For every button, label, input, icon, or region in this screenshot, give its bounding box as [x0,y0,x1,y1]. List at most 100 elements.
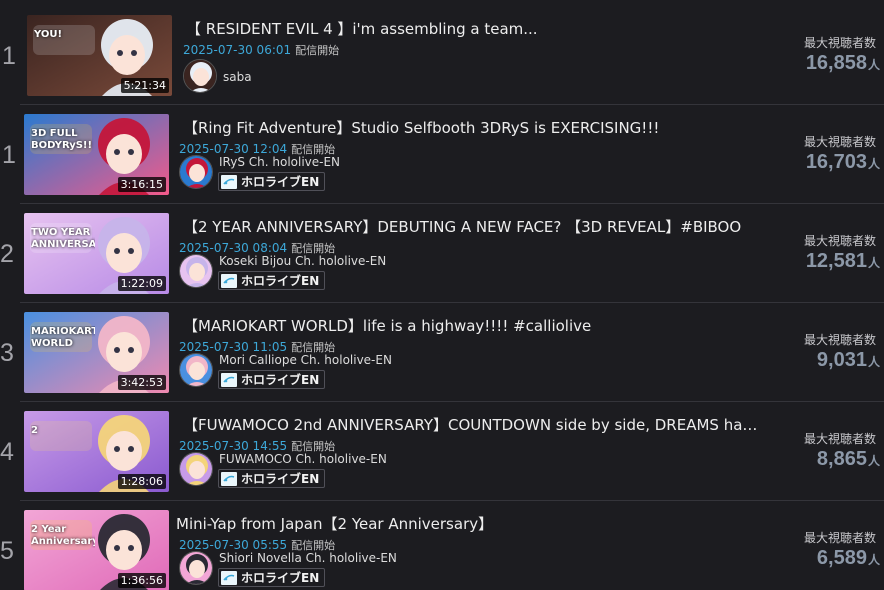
thumbnail-caption: MARIOKART WORLD [31,326,95,349]
start-time-value: 2025-07-30 12:04 [179,142,288,156]
stream-title[interactable]: 【2 YEAR ANNIVERSARY】DEBUTING A NEW FACE?… [183,216,763,237]
max-viewers-value: 9,031 [816,349,867,371]
agency-badge[interactable]: ホロライブEN [218,271,326,290]
status-label: 配信開始 [295,44,340,57]
max-viewers-label: 最大視聴者数 [803,135,876,149]
viewer-unit: 人 [867,355,880,369]
agency-badge-label: ホロライブEN [241,472,320,486]
row-divider [20,104,884,105]
video-thumbnail[interactable]: 3D FULL BODYRyS!! 3:16:15 [24,114,169,195]
max-viewers-value: 16,703 [805,151,867,173]
stream-row[interactable]: 1 3D FULL BODYRyS!! 3:16:15 【Ring Fit Adve… [0,106,884,204]
agency-badge-label: ホロライブEN [241,274,320,288]
rank-number: 1 [2,141,16,169]
rank-number: 3 [0,339,14,367]
rank-number: 5 [0,537,14,565]
video-thumbnail[interactable]: TWO YEAR ANNIVERSARY 1:22:09 [24,213,169,294]
stream-title[interactable]: 【 RESIDENT EVIL 4 】i'm assembling a team… [186,18,766,39]
hololive-logo-icon [221,174,237,189]
hololive-logo-icon [221,273,237,288]
video-thumbnail[interactable]: 2 1:28:06 [24,411,169,492]
max-viewers-value: 6,589 [816,547,867,569]
max-viewers-label: 最大視聴者数 [803,531,876,545]
thumbnail-caption: TWO YEAR ANNIVERSARY [31,227,95,250]
channel-avatar[interactable] [179,452,213,486]
stream-title[interactable]: Mini-Yap from Japan【2 Year Anniversary】 [176,513,756,534]
stream-title[interactable]: 【MARIOKART WORLD】life is a highway!!!! #… [183,315,763,336]
channel-avatar[interactable] [179,155,213,189]
max-viewers-count: 16,703人 [806,151,880,174]
stream-row[interactable]: 4 2 1:28:06 【FUWAMOCO 2nd ANNIVERSARY】COUN… [0,403,884,501]
stream-row[interactable]: 3 MARIOKART WORLD 3:42:53 【MARIOKART WORLD… [0,304,884,402]
channel-name[interactable]: Koseki Bijou Ch. hololive-EN [219,254,386,268]
duration-badge: 3:42:53 [117,375,166,390]
hololive-logo-icon [221,372,237,387]
start-time: 2025-07-30 06:01 配信開始 [183,42,339,58]
row-divider [20,302,884,303]
max-viewers-label: 最大視聴者数 [803,36,876,50]
viewer-unit: 人 [867,454,880,468]
channel-name[interactable]: Mori Calliope Ch. hololive-EN [219,353,392,367]
duration-badge: 5:21:34 [120,78,169,93]
duration-badge: 1:22:09 [117,276,166,291]
viewer-unit: 人 [867,58,880,72]
agency-badge-label: ホロライブEN [241,373,320,387]
thumbnail-caption: 2 [31,425,38,436]
video-thumbnail[interactable]: YOU! 5:21:34 [27,15,172,96]
rank-number: 1 [2,42,16,70]
agency-badge-label: ホロライブEN [241,571,320,585]
max-viewers-count: 8,865人 [817,448,880,471]
row-divider [20,500,884,501]
rank-number: 4 [0,438,14,466]
channel-avatar[interactable] [179,254,213,288]
stream-row[interactable]: 2 TWO YEAR ANNIVERSARY 1:22:09 【2 YEAR ANN… [0,205,884,303]
agency-badge[interactable]: ホロライブEN [218,568,326,587]
channel-avatar[interactable] [179,551,213,585]
channel-name[interactable]: Shiori Novella Ch. hololive-EN [219,551,397,565]
hololive-logo-icon [221,471,237,486]
thumbnail-caption: 2 Year Anniversary [31,524,95,547]
rank-number: 2 [0,240,14,268]
agency-badge[interactable]: ホロライブEN [218,469,326,488]
start-time-value: 2025-07-30 11:05 [179,340,288,354]
agency-badge[interactable]: ホロライブEN [218,172,326,191]
max-viewers-label: 最大視聴者数 [803,333,876,347]
row-divider [20,203,884,204]
stream-row[interactable]: 1 YOU! 5:21:34 【 RESIDENT EVIL 4 】i'm asse… [0,7,884,105]
agency-badge[interactable]: ホロライブEN [218,370,326,389]
thumbnail-caption: YOU! [34,29,63,40]
duration-badge: 1:28:06 [117,474,166,489]
max-viewers-value: 16,858 [805,52,867,74]
max-viewers-count: 12,581人 [806,250,880,273]
channel-name[interactable]: IRyS Ch. hololive-EN [219,155,340,169]
stream-title[interactable]: 【Ring Fit Adventure】Studio Selfbooth 3DR… [183,117,763,138]
channel-name[interactable]: saba [223,70,252,84]
channel-name[interactable]: FUWAMOCO Ch. hololive-EN [219,452,387,466]
max-viewers-label: 最大視聴者数 [803,234,876,248]
max-viewers-value: 8,865 [816,448,867,470]
hololive-logo-icon [221,570,237,585]
row-divider [20,401,884,402]
viewer-unit: 人 [867,157,880,171]
channel-avatar[interactable] [183,59,217,93]
start-time-value: 2025-07-30 08:04 [179,241,288,255]
live-ranking-list: 1 YOU! 5:21:34 【 RESIDENT EVIL 4 】i'm asse… [0,0,884,590]
duration-badge: 3:16:15 [117,177,166,192]
max-viewers-label: 最大視聴者数 [803,432,876,446]
start-time-value: 2025-07-30 14:55 [179,439,288,453]
start-time-value: 2025-07-30 06:01 [183,43,292,57]
video-thumbnail[interactable]: 2 Year Anniversary 1:36:56 [24,510,169,590]
channel-avatar[interactable] [179,353,213,387]
max-viewers-count: 16,858人 [806,52,880,75]
video-thumbnail[interactable]: MARIOKART WORLD 3:42:53 [24,312,169,393]
stream-row[interactable]: 5 2 Year Anniversary 1:36:56 Mini-Yap from… [0,502,884,590]
max-viewers-value: 12,581 [805,250,867,272]
thumbnail-caption: 3D FULL BODYRyS!! [31,128,93,151]
viewer-unit: 人 [867,553,880,567]
start-time-value: 2025-07-30 05:55 [179,538,288,552]
max-viewers-count: 6,589人 [817,547,880,570]
agency-badge-label: ホロライブEN [241,175,320,189]
duration-badge: 1:36:56 [117,573,166,588]
max-viewers-count: 9,031人 [817,349,880,372]
stream-title[interactable]: 【FUWAMOCO 2nd ANNIVERSARY】COUNTDOWN side… [183,414,763,435]
